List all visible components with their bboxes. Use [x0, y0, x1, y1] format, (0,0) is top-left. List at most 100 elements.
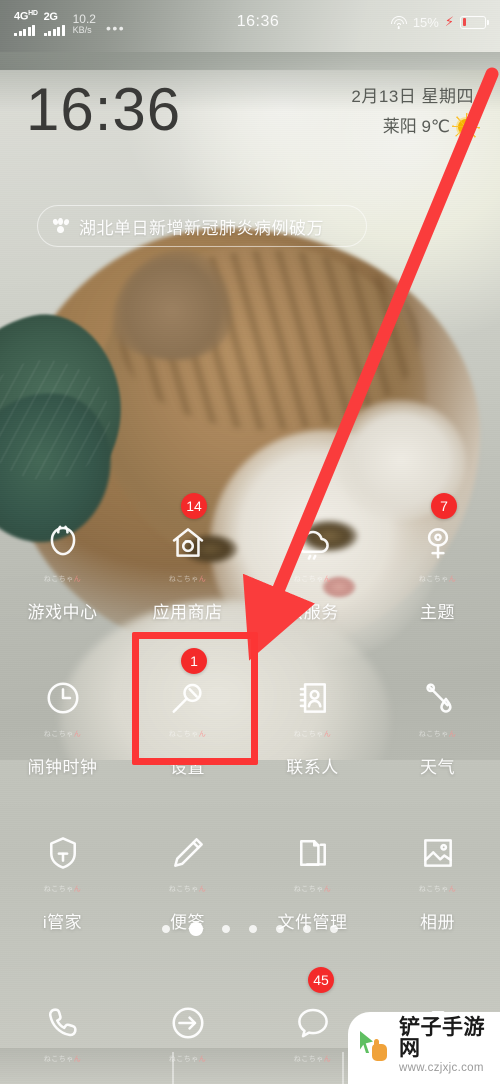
app-icon-wrapper: [158, 513, 218, 573]
app-item-settings-wrench[interactable]: ねこちゃん 设置 1: [125, 648, 250, 815]
app-label: 联系人: [286, 758, 339, 777]
page-dot[interactable]: [303, 925, 311, 933]
weather-row: 莱阳 9℃: [351, 112, 480, 142]
app-item-notes-pencil[interactable]: ねこちゃん 便签: [125, 815, 250, 970]
app-sub-label: ねこちゃん: [418, 576, 457, 583]
status-bar: 4GHD 2G 10.2 KB/s ••• 16:36 15% ⚡: [0, 0, 500, 44]
app-icon-wrapper: [33, 668, 93, 728]
messages-icon: [294, 1004, 332, 1042]
app-label: 主题: [420, 603, 455, 622]
app-sub-label: ねこちゃん: [43, 576, 82, 583]
dock-item-browser[interactable]: ねこちゃん: [125, 975, 250, 1065]
app-item-theme[interactable]: ねこちゃん主题 7: [375, 493, 500, 660]
cursor-hand-logo-icon: [358, 1028, 394, 1064]
app-icon-wrapper: [33, 823, 93, 883]
app-item-gallery[interactable]: ねこちゃん 相册: [375, 815, 500, 970]
app-sub-label: ねこちゃん: [293, 886, 332, 893]
date-text: 2月13日 星期四: [351, 87, 474, 106]
app-icon-wrapper: [408, 668, 468, 728]
app-grid: ねこちゃん 游戏中心 ねこちゃん 应用商店 14 ねこちゃん 云服务 ねこちゃん 主题 7 ねこちゃ…: [0, 493, 500, 970]
app-sub-label: ねこちゃん: [293, 576, 332, 583]
cloud-service-icon: [294, 524, 332, 562]
network-speed-unit: KB/s: [72, 24, 92, 35]
watermark-url: www.czjxjc.com: [399, 1062, 484, 1075]
page-dot[interactable]: [189, 922, 203, 936]
news-banner[interactable]: 湖北单日新增新冠肺炎病例破万: [37, 205, 367, 247]
app-sub-label: ねこちゃん: [43, 1056, 82, 1063]
app-item-weather[interactable]: ねこちゃん 天气: [375, 660, 500, 815]
page-dot[interactable]: [162, 925, 170, 933]
date-weather-widget[interactable]: 2月13日 星期四 莱阳 9℃: [351, 78, 480, 142]
app-item-contacts[interactable]: ねこちゃん 联系人: [250, 660, 375, 815]
page-dot[interactable]: [249, 925, 257, 933]
app-icon-wrapper: [283, 823, 343, 883]
app-item-file-manager[interactable]: ねこちゃん 文件管理: [250, 815, 375, 970]
app-item-game-center[interactable]: ねこちゃん 游戏中心: [0, 505, 125, 660]
app-sub-label: ねこちゃん: [168, 731, 207, 738]
sim1-signal: 4GHD: [14, 8, 38, 36]
clock-icon: [44, 679, 82, 717]
network-speed-value: 10.2: [72, 11, 96, 26]
gallery-icon: [419, 834, 457, 872]
lock-info-row: 16:36 2月13日 星期四 莱阳 9℃: [0, 78, 500, 142]
app-item-app-store[interactable]: ねこちゃん 应用商店 14: [125, 493, 250, 660]
page-dot[interactable]: [276, 925, 284, 933]
watermark-text: 铲子手游网 www.czjxjc.com: [399, 1017, 494, 1075]
weather-text: 莱阳 9℃: [382, 117, 450, 136]
app-icon-wrapper: [33, 993, 93, 1053]
app-sub-label: ねこちゃん: [418, 886, 457, 893]
notification-badge: 14: [181, 493, 207, 519]
app-item-cloud-service[interactable]: ねこちゃん 云服务: [250, 505, 375, 660]
page-indicator[interactable]: [0, 922, 500, 936]
signal-bars-icon: [43, 24, 65, 36]
notes-pencil-icon: [169, 834, 207, 872]
app-row: ねこちゃん 闹钟时钟 ねこちゃん 设置 1 ねこちゃん 联系人 ねこちゃん 天气: [0, 648, 500, 815]
network-speed: 10.2 KB/s: [72, 11, 96, 36]
app-label: 游戏中心: [27, 603, 98, 622]
app-icon-wrapper: [158, 823, 218, 883]
app-icon-wrapper: [283, 993, 343, 1053]
notification-badge: 1: [181, 648, 207, 674]
app-sub-label: ねこちゃん: [293, 731, 332, 738]
app-item-shield-manager[interactable]: ねこちゃん i管家: [0, 815, 125, 970]
battery-percent: 15%: [412, 14, 439, 30]
app-label: 云服务: [286, 603, 339, 622]
network-type-primary: 4GHD: [14, 10, 38, 23]
network-type-secondary: 2G: [43, 10, 58, 23]
battery-icon: [460, 15, 489, 29]
sim2-signal: 2G: [43, 10, 65, 36]
app-icon-wrapper: [33, 513, 93, 573]
site-watermark: 铲子手游网 www.czjxjc.com: [348, 1012, 500, 1084]
app-row: ねこちゃん 游戏中心 ねこちゃん 应用商店 14 ねこちゃん 云服务 ねこちゃん 主题 7: [0, 493, 500, 660]
status-bar-right: 15% ⚡: [390, 14, 489, 30]
app-store-icon: [169, 524, 207, 562]
baidu-paw-icon: [51, 218, 70, 234]
notification-badge: 45: [308, 967, 334, 993]
clock-widget[interactable]: 16:36: [26, 78, 181, 142]
app-sub-label: ねこちゃん: [43, 886, 82, 893]
wifi-icon: [390, 15, 407, 29]
sun-icon: [452, 113, 480, 141]
settings-wrench-icon: [169, 679, 207, 717]
app-icon-wrapper: [283, 513, 343, 573]
theme-icon: [419, 524, 457, 562]
news-headline: 湖北单日新增新冠肺炎病例破万: [79, 218, 324, 238]
notification-badge: 7: [431, 493, 457, 519]
app-icon-wrapper: [408, 513, 468, 573]
app-sub-label: ねこちゃん: [43, 731, 82, 738]
app-icon-wrapper: [158, 668, 218, 728]
app-icon-wrapper: [283, 668, 343, 728]
file-manager-icon: [294, 834, 332, 872]
app-label: 应用商店: [152, 603, 223, 622]
game-center-icon: [44, 524, 82, 562]
app-sub-label: ねこちゃん: [293, 1056, 332, 1063]
dock-item-phone[interactable]: ねこちゃん: [0, 975, 125, 1065]
app-item-clock[interactable]: ねこちゃん 闹钟时钟: [0, 660, 125, 815]
page-dot[interactable]: [330, 925, 338, 933]
status-bar-clock: 16:36: [236, 13, 280, 30]
app-row: ねこちゃん i管家 ねこちゃん 便签 ねこちゃん 文件管理 ねこちゃん 相册: [0, 815, 500, 970]
app-icon-wrapper: [408, 823, 468, 883]
shield-manager-icon: [44, 834, 82, 872]
page-dot[interactable]: [222, 925, 230, 933]
charging-bolt-icon: ⚡: [444, 14, 454, 29]
